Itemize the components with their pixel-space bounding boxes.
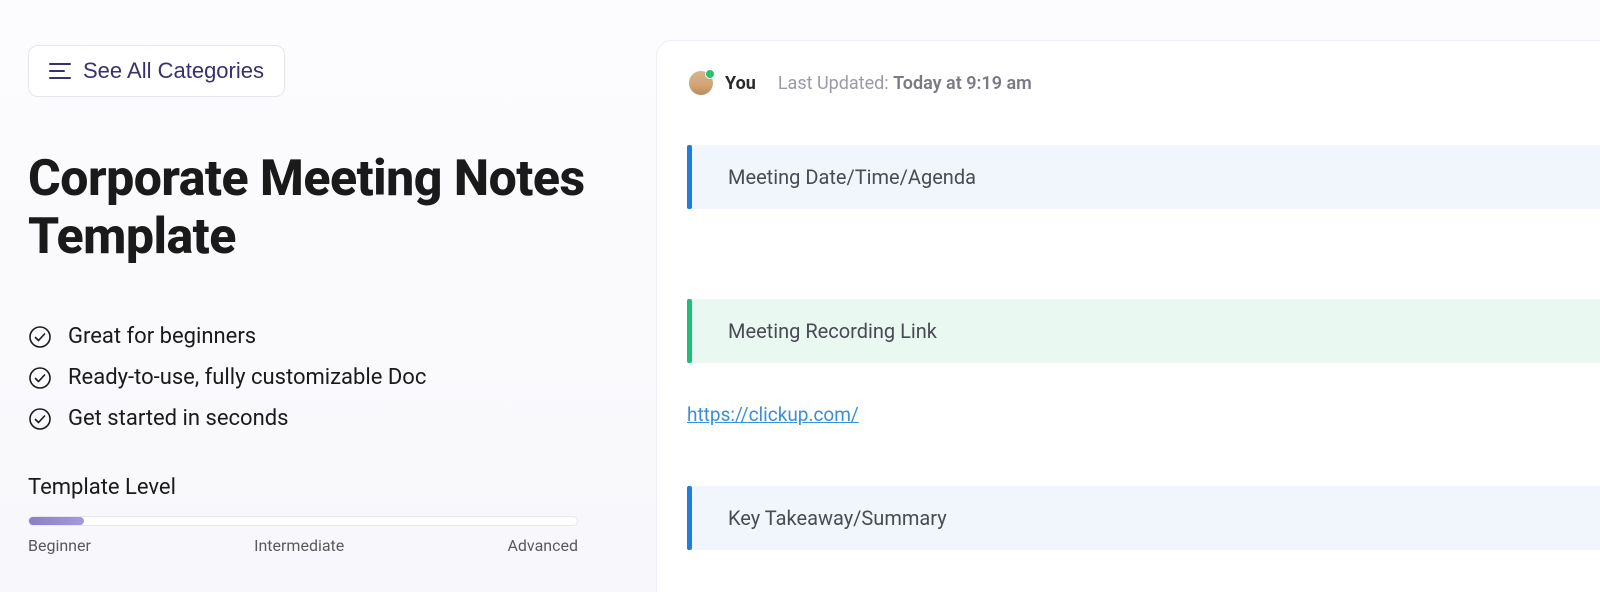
feature-item: Get started in seconds (28, 406, 610, 431)
callout-content: Key Takeaway/Summary (692, 486, 1600, 550)
see-all-label: See All Categories (83, 58, 264, 84)
author-label: You (725, 73, 756, 94)
callout-content: Meeting Date/Time/Agenda (692, 145, 1600, 209)
template-level-label: Template Level (28, 475, 610, 500)
level-tick-beginner: Beginner (28, 536, 91, 555)
callout-summary[interactable]: Key Takeaway/Summary (687, 486, 1600, 550)
feature-item: Ready-to-use, fully customizable Doc (28, 365, 610, 390)
template-info-panel: See All Categories Corporate Meeting Not… (0, 0, 650, 592)
menu-icon (49, 62, 71, 80)
template-level-section: Template Level Beginner Intermediate Adv… (28, 475, 610, 555)
last-updated: Last Updated: Today at 9:19 am (768, 73, 1032, 94)
last-updated-value: Today at 9:19 am (893, 73, 1032, 94)
check-circle-icon (28, 325, 52, 349)
feature-list: Great for beginners Ready-to-use, fully … (28, 324, 610, 431)
template-level-ticks: Beginner Intermediate Advanced (28, 536, 578, 555)
template-level-bar (28, 516, 578, 526)
callout-agenda[interactable]: Meeting Date/Time/Agenda (687, 145, 1600, 209)
callout-content: Meeting Recording Link (692, 299, 1600, 363)
doc-header: You Last Updated: Today at 9:19 am (687, 71, 1600, 95)
level-tick-advanced: Advanced (507, 536, 578, 555)
template-level-fill (29, 517, 84, 525)
callout-recording[interactable]: Meeting Recording Link (687, 299, 1600, 363)
see-all-categories-button[interactable]: See All Categories (28, 45, 285, 97)
feature-text: Get started in seconds (68, 406, 289, 431)
document-preview-panel: You Last Updated: Today at 9:19 am Meeti… (656, 40, 1600, 592)
feature-item: Great for beginners (28, 324, 610, 349)
last-updated-label: Last Updated: (778, 73, 893, 94)
recording-link[interactable]: https://clickup.com/ (687, 403, 859, 426)
avatar[interactable] (689, 71, 713, 95)
page-title: Corporate Meeting Notes Template (28, 151, 610, 266)
check-circle-icon (28, 366, 52, 390)
check-circle-icon (28, 407, 52, 431)
level-tick-intermediate: Intermediate (254, 536, 344, 555)
doc-body: Meeting Date/Time/Agenda Meeting Recordi… (687, 95, 1600, 550)
feature-text: Great for beginners (68, 324, 256, 349)
feature-text: Ready-to-use, fully customizable Doc (68, 365, 426, 390)
